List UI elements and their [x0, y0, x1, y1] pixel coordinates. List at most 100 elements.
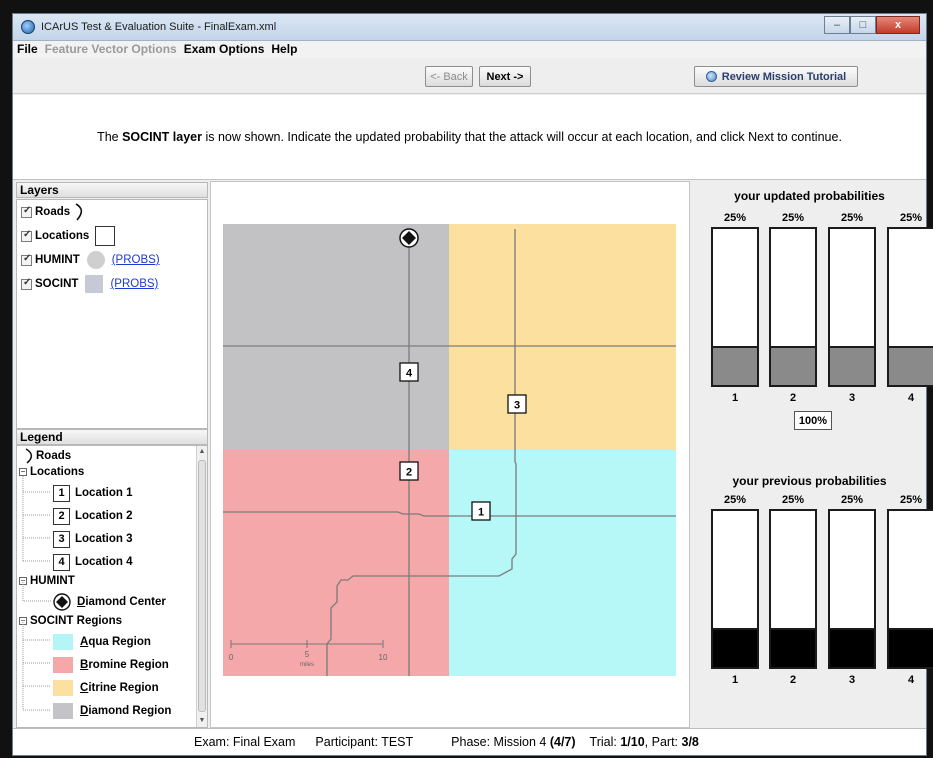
instruction-panel: The SOCINT layer is now shown. Indicate … [13, 95, 926, 180]
updated-bar-label-4: 4 [907, 392, 915, 404]
road-icon [75, 203, 83, 221]
status-part-prefix: , Part: [644, 735, 682, 749]
menu-feature-vector-options[interactable]: Feature Vector Options [45, 41, 177, 58]
updated-bar-3[interactable] [828, 227, 876, 387]
socint-checkbox[interactable] [21, 277, 32, 290]
review-mission-tutorial-button[interactable]: Review Mission Tutorial [694, 66, 858, 87]
legend-diamond-center-label: Diamond Center [77, 596, 166, 608]
previous-bar-fill-1 [713, 628, 757, 667]
status-part-bold: 3/8 [681, 735, 699, 749]
aqua-region [449, 450, 676, 676]
status-phase-prefix: Phase: Mission 4 [451, 735, 550, 749]
next-button[interactable]: Next -> [479, 66, 531, 87]
title-bar: ICArUS Test & Evaluation Suite - FinalEx… [13, 14, 926, 41]
previous-bar-label-1: 1 [731, 674, 739, 686]
previous-bar-label-2: 2 [789, 674, 797, 686]
updated-bar-fill-2[interactable] [771, 346, 815, 385]
humint-checkbox[interactable] [21, 253, 32, 266]
legend-location-1-label: Location 1 [75, 487, 133, 499]
menu-help[interactable]: Help [271, 41, 297, 58]
status-trial: Trial: 1/10, Part: 3/8 [590, 735, 699, 749]
previous-bar-fill-2 [771, 628, 815, 667]
socint-probs-link[interactable]: (PROBS) [110, 278, 158, 290]
previous-probabilities-title: your previous probabilities [732, 474, 887, 488]
previous-bar-4 [887, 509, 933, 669]
updated-percent-3: 25% [840, 212, 864, 224]
legend-diamond-region: Diamond Region [53, 701, 171, 721]
legend-location-2-label: Location 2 [75, 510, 133, 522]
scale-unit-label: miles [300, 662, 314, 668]
previous-bar-label-3: 3 [848, 674, 856, 686]
legend-scrollbar[interactable]: ▲ ▼ [196, 446, 207, 727]
legend-location-3: 3 Location 3 [53, 529, 133, 549]
tutorial-label: Review Mission Tutorial [721, 70, 847, 83]
location-2-label: 2 [406, 467, 412, 479]
citrine-region [449, 224, 676, 450]
legend-aqua-region: Aqua Region [53, 632, 151, 652]
legend-bromine-region: Bromine Region [53, 655, 169, 675]
layer-locations[interactable]: Locations [21, 226, 116, 246]
updated-bar-fill-1[interactable] [713, 346, 757, 385]
legend-citrine-region: Citrine Region [53, 678, 159, 698]
updated-bar-fill-3[interactable] [830, 346, 874, 385]
instruction-bold: SOCINT layer [122, 130, 202, 144]
instruction-post: is now shown. Indicate the updated proba… [201, 130, 842, 144]
maximize-button[interactable]: □ [850, 16, 876, 34]
legend-location-1: 1 Location 1 [53, 483, 133, 503]
location-4-label: 4 [406, 368, 413, 380]
toolbar: <- Back Next -> Review Mission Tutorial [13, 58, 926, 94]
location-marker-2[interactable]: 2 [399, 461, 419, 481]
layer-roads[interactable]: Roads [21, 202, 84, 222]
updated-bar-fill-4[interactable] [889, 346, 933, 385]
location-marker-1[interactable]: 1 [471, 501, 491, 521]
previous-probabilities-panel: your previous probabilities 25% 1 25% 2 25% 3… [693, 455, 933, 727]
updated-probabilities-panel: your updated probabilities 25% 1 25% 2 25% 3 2… [693, 181, 933, 438]
layer-socint[interactable]: SOCINT (PROBS) [21, 274, 158, 294]
minimize-button[interactable]: – [824, 16, 850, 34]
locations-checkbox[interactable] [21, 229, 32, 242]
map-canvas[interactable]: 4 3 2 1 0 5 miles 10 [223, 224, 676, 676]
legend-location-4-label: Location 4 [75, 556, 133, 568]
back-button[interactable]: <- Back [425, 66, 473, 87]
app-icon [21, 20, 35, 34]
scroll-down-icon[interactable]: ▼ [198, 716, 206, 726]
status-trial-prefix: Trial: [589, 735, 621, 749]
roads-label: Roads [35, 206, 71, 218]
legend-diamond-center: Diamond Center [53, 592, 166, 612]
scale-end-label: 10 [379, 653, 388, 662]
location-swatch-icon [95, 226, 116, 246]
updated-bar-4[interactable] [887, 227, 933, 387]
previous-bar-2 [769, 509, 817, 669]
updated-probabilities-title: your updated probabilities [734, 189, 885, 203]
humint-swatch-icon [86, 251, 105, 269]
legend-diamond-region-label: Diamond Region [80, 705, 172, 717]
layers-panel: Roads Locations HUMINT (PROBS) SOCINT (P… [16, 199, 208, 429]
legend-panel: Roads − Locations 1 Location 1 2 Locatio… [16, 445, 208, 728]
scroll-up-icon[interactable]: ▲ [198, 447, 206, 457]
previous-percent-4: 25% [899, 494, 923, 506]
menu-file[interactable]: File [17, 41, 38, 58]
legend-scroll-thumb[interactable] [198, 460, 206, 712]
previous-bar-3 [828, 509, 876, 669]
updated-bar-2[interactable] [769, 227, 817, 387]
menu-exam-options[interactable]: Exam Options [184, 41, 265, 58]
socint-swatch-icon [85, 275, 104, 293]
legend-bromine-label: Bromine Region [80, 659, 169, 671]
humint-probs-link[interactable]: (PROBS) [112, 254, 160, 266]
diamond-region [223, 224, 449, 450]
map-panel: 4 3 2 1 0 5 miles 10 [210, 181, 690, 728]
legend-citrine-label: Citrine Region [80, 682, 159, 694]
humint-diamond-center[interactable] [399, 228, 419, 248]
legend-header: Legend [16, 429, 208, 445]
roads-checkbox[interactable] [21, 205, 32, 218]
updated-percent-1: 25% [723, 212, 747, 224]
previous-bar-fill-3 [830, 628, 874, 667]
close-button[interactable]: x [876, 16, 920, 34]
socint-label: SOCINT [35, 278, 79, 290]
layer-humint[interactable]: HUMINT (PROBS) [21, 250, 160, 270]
location-marker-3[interactable]: 3 [507, 394, 527, 414]
menu-bar: File Feature Vector Options Exam Options… [13, 41, 926, 58]
updated-bar-1[interactable] [711, 227, 759, 387]
location-1-label: 1 [478, 507, 484, 519]
location-marker-4[interactable]: 4 [399, 362, 419, 382]
